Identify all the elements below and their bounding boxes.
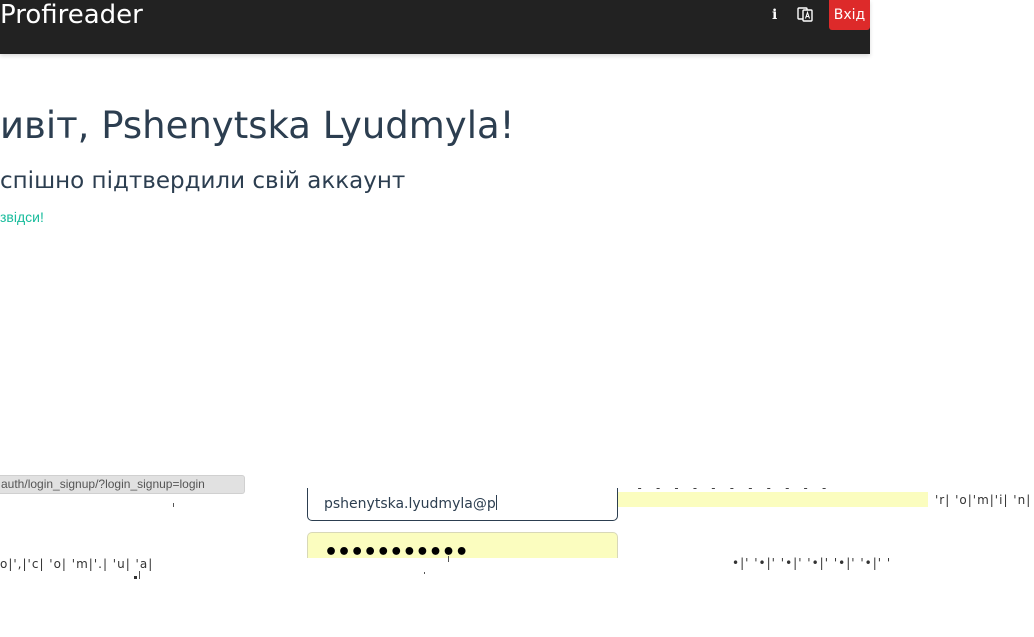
greeting-heading: ивіт, Pshenytska Lyudmyla! [0,104,515,147]
go-here-link[interactable]: звідси! [0,209,44,225]
status-bar-url: auth/login_signup/?login_signup=login [0,475,245,494]
email-value: pshenytska.lyudmyla@p [324,496,496,512]
render-artifact-dot [134,576,137,579]
render-artifact-left: o|',|'c| 'o| 'm|'.| 'u| 'a| [0,557,154,571]
text-caret [495,495,497,510]
info-icon[interactable]: i [772,6,777,24]
brand-logo[interactable]: Profireader [0,0,143,30]
render-artifact-bottom: •|' '•|' '•|' '•|' '•|' '•|' ' [732,556,892,570]
render-artifact-tick [448,556,449,562]
password-field[interactable]: ••••••••••• [307,532,618,558]
render-artifact-tick [139,571,140,579]
render-artifact-tick [424,572,425,574]
render-artifact-right: 'r| 'o|'m|'i| 'n| 'f| ' [935,493,1034,507]
login-button[interactable]: Вхід [829,0,870,30]
top-navbar: Profireader i Вхід [0,0,870,54]
email-field[interactable]: pshenytska.lyudmyla@p [307,488,618,521]
confirmation-subtitle: спішно підтвердили свій аккаунт [0,168,406,194]
render-artifact-tick [173,503,174,507]
language-icon[interactable] [797,6,813,24]
autofill-ghost-dashes: - - - - - - - - - - - [636,481,830,495]
